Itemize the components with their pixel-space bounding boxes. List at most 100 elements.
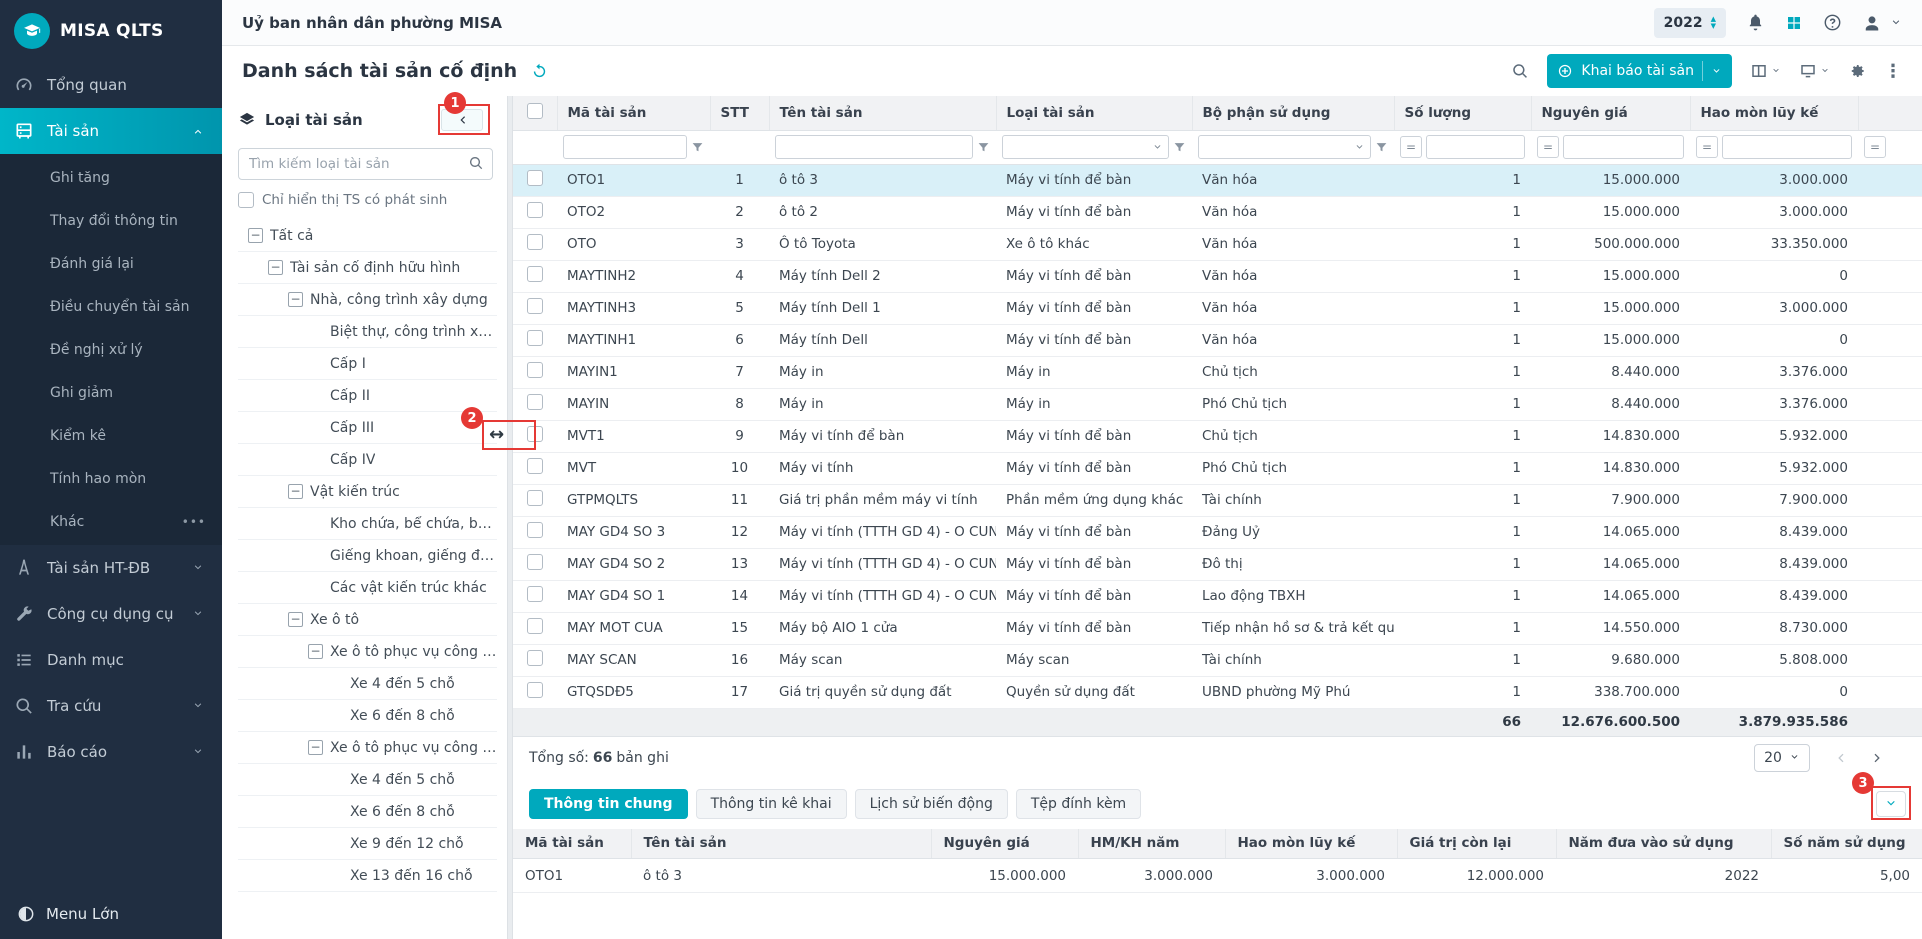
sidebar-subitem-ghi-tang[interactable]: Ghi tăng <box>0 156 222 199</box>
table-row[interactable]: MAYIN8Máy inMáy inPhó Chủ tịch18.440.000… <box>513 388 1922 420</box>
table-row[interactable]: OTO3Ô tô ToyotaXe ô tô khácVăn hóa1500.0… <box>513 228 1922 260</box>
tree-node[interactable]: Xe 13 đến 16 chỗ <box>238 860 497 892</box>
row-checkbox[interactable] <box>527 682 543 698</box>
notifications-bell-icon[interactable] <box>1746 13 1765 32</box>
tree-search-input[interactable] <box>238 148 493 180</box>
equals-operator-icon[interactable]: = <box>1864 136 1886 158</box>
column-header-ten-tai-san[interactable]: Tên tài sản <box>769 96 996 130</box>
equals-operator-icon[interactable]: = <box>1400 136 1422 158</box>
table-row[interactable]: MAY GD4 SO 114Máy vi tính (TTTH GD 4) - … <box>513 580 1922 612</box>
tree-node[interactable]: Xe 4 đến 5 chỗ <box>238 764 497 796</box>
tree-node[interactable]: Giếng khoan, giếng đào, tườ... <box>238 540 497 572</box>
filter-funnel-icon[interactable] <box>977 141 990 154</box>
row-checkbox[interactable] <box>527 362 543 378</box>
tab-thong-tin-chung[interactable]: Thông tin chung <box>529 789 688 819</box>
more-options-icon[interactable]: ⋮ <box>1884 61 1902 82</box>
tree-node[interactable]: Các vật kiến trúc khác <box>238 572 497 604</box>
sidebar-item-cong-cu-dung-cu[interactable]: Công cụ dụng cụ <box>0 591 222 637</box>
table-row[interactable]: MAY GD4 SO 312Máy vi tính (TTTH GD 4) - … <box>513 516 1922 548</box>
sidebar-subitem-ghi-giam[interactable]: Ghi giảm <box>0 371 222 414</box>
filter-funnel-icon[interactable] <box>1375 141 1388 154</box>
select-all-checkbox[interactable] <box>527 103 543 119</box>
row-checkbox[interactable] <box>527 490 543 506</box>
menu-size-toggle[interactable]: Menu Lớn <box>0 889 222 939</box>
sidebar-subitem-khac[interactable]: Khác••• <box>0 500 222 543</box>
tree-node[interactable]: Cấp II <box>238 380 497 412</box>
row-checkbox[interactable] <box>527 394 543 410</box>
row-checkbox[interactable] <box>527 458 543 474</box>
help-icon[interactable] <box>1823 13 1842 32</box>
sidebar-subitem-danh-gia-lai[interactable]: Đánh giá lại <box>0 242 222 285</box>
user-avatar-icon[interactable] <box>1862 13 1882 33</box>
row-checkbox[interactable] <box>527 618 543 634</box>
declare-asset-button[interactable]: Khai báo tài sản <box>1547 54 1732 88</box>
more-options-icon[interactable]: ••• <box>182 515 206 529</box>
apps-grid-icon[interactable] <box>1785 14 1803 32</box>
pager-next-button[interactable] <box>1870 750 1886 766</box>
tab-tep-dinh-kem[interactable]: Tệp đính kèm <box>1016 789 1141 819</box>
tree-node[interactable]: Cấp I <box>238 348 497 380</box>
tree-node[interactable]: Xe 6 đến 8 chỗ <box>238 796 497 828</box>
tab-lich-su-bien-dong[interactable]: Lịch sử biến động <box>855 789 1008 819</box>
show-only-active-checkbox[interactable] <box>238 192 254 208</box>
table-row[interactable]: MVT19Máy vi tính để bànMáy vi tính để bà… <box>513 420 1922 452</box>
sidebar-item-tra-cuu[interactable]: Tra cứu <box>0 683 222 729</box>
table-row[interactable]: GTPMQLTS11Giá trị phần mềm máy vi tínhPh… <box>513 484 1922 516</box>
column-header-bo-phan-su-dung[interactable]: Bộ phận sử dụng <box>1192 96 1394 130</box>
row-checkbox[interactable] <box>527 202 543 218</box>
filter-funnel-icon[interactable] <box>1173 141 1186 154</box>
table-row[interactable]: OTO22ô tô 2Máy vi tính để bànVăn hóa115.… <box>513 196 1922 228</box>
refresh-icon[interactable] <box>531 63 548 80</box>
table-row[interactable]: MAYTINH24Máy tính Dell 2Máy vi tính để b… <box>513 260 1922 292</box>
tree-node[interactable]: −Xe ô tô phục vụ công tác ... <box>238 636 497 668</box>
filter-input[interactable] <box>1563 135 1684 159</box>
page-size-select[interactable]: 20 <box>1754 744 1810 772</box>
tree-node[interactable]: Cấp III <box>238 412 497 444</box>
tree-node[interactable]: Biệt thự, công trình xây dựn... <box>238 316 497 348</box>
sidebar-item-tai-san[interactable]: Tài sản <box>0 108 222 154</box>
column-header-ma-tai-san[interactable]: Mã tài sản <box>557 96 710 130</box>
display-mode-button[interactable] <box>1799 62 1830 80</box>
year-spin-arrows-icon[interactable]: ▲▼ <box>1711 16 1716 30</box>
table-row[interactable]: MAYIN17Máy inMáy inChủ tịch18.440.0003.3… <box>513 356 1922 388</box>
row-checkbox[interactable] <box>527 170 543 186</box>
table-row[interactable]: MAYTINH35Máy tính Dell 1Máy vi tính để b… <box>513 292 1922 324</box>
tree-node[interactable]: Cấp IV <box>238 444 497 476</box>
tab-thong-tin-ke-khai[interactable]: Thông tin kê khai <box>696 789 847 819</box>
minus-expander-icon[interactable]: − <box>308 740 323 755</box>
tree-node[interactable]: Xe 4 đến 5 chỗ <box>238 668 497 700</box>
minus-expander-icon[interactable]: − <box>248 228 263 243</box>
filter-select[interactable] <box>1198 135 1371 159</box>
sidebar-item-tong-quan[interactable]: Tổng quan <box>0 62 222 108</box>
sidebar-item-tai-san-ht-db[interactable]: Tài sản HT-ĐB <box>0 545 222 591</box>
year-stepper[interactable]: 2022 ▲▼ <box>1654 8 1726 38</box>
column-header-so-luong[interactable]: Số lượng <box>1394 96 1531 130</box>
tree-node[interactable]: −Vật kiến trúc <box>238 476 497 508</box>
filter-input[interactable] <box>1426 135 1525 159</box>
table-row[interactable]: MAY MOT CUA15Máy bộ AIO 1 cửaMáy vi tính… <box>513 612 1922 644</box>
filter-input[interactable] <box>563 135 687 159</box>
sidebar-item-bao-cao[interactable]: Báo cáo <box>0 729 222 775</box>
row-checkbox[interactable] <box>527 266 543 282</box>
row-checkbox[interactable] <box>527 330 543 346</box>
tree-node[interactable]: −Nhà, công trình xây dựng <box>238 284 497 316</box>
minus-expander-icon[interactable]: − <box>288 292 303 307</box>
table-row[interactable]: MAY SCAN16Máy scanMáy scanTài chính19.68… <box>513 644 1922 676</box>
equals-operator-icon[interactable]: = <box>1537 136 1559 158</box>
sidebar-item-danh-muc[interactable]: Danh mục <box>0 637 222 683</box>
minus-expander-icon[interactable]: − <box>288 484 303 499</box>
column-header-loai-tai-san[interactable]: Loại tài sản <box>996 96 1192 130</box>
minus-expander-icon[interactable]: − <box>268 260 283 275</box>
table-row[interactable]: MAY GD4 SO 213Máy vi tính (TTTH GD 4) - … <box>513 548 1922 580</box>
tree-node[interactable]: −Tất cả <box>238 220 497 252</box>
minus-expander-icon[interactable]: − <box>288 612 303 627</box>
sidebar-subitem-de-nghi-xu-ly[interactable]: Đề nghị xử lý <box>0 328 222 371</box>
table-row[interactable]: OTO11ô tô 3Máy vi tính để bànVăn hóa115.… <box>513 164 1922 196</box>
settings-button[interactable] <box>1848 62 1866 80</box>
search-icon[interactable] <box>468 155 484 171</box>
detail-row[interactable]: OTO1ô tô 315.000.0003.000.0003.000.00012… <box>513 859 1922 893</box>
user-menu-caret-icon[interactable] <box>1890 17 1902 29</box>
filter-funnel-icon[interactable] <box>691 141 704 154</box>
minus-expander-icon[interactable]: − <box>308 644 323 659</box>
row-checkbox[interactable] <box>527 650 543 666</box>
